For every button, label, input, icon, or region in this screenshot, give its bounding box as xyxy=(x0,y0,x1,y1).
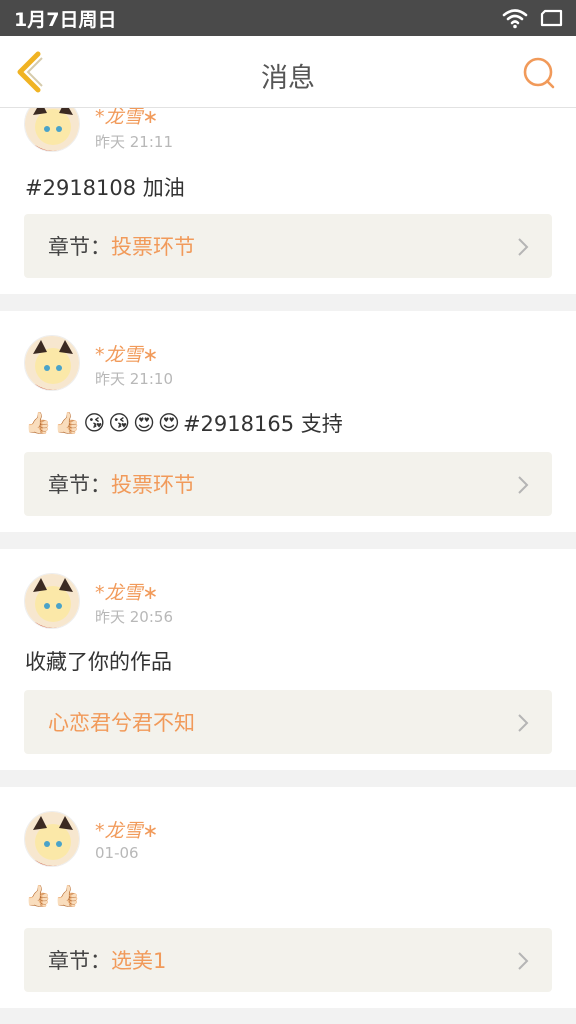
status-icons xyxy=(502,7,564,29)
chapter-value: 选美1 xyxy=(111,949,167,973)
chapter-link[interactable]: 章节： 投票环节 xyxy=(24,452,552,516)
username[interactable]: *龙雪∗ xyxy=(95,578,158,605)
message-text: #2918108 加油 xyxy=(25,172,185,202)
battery-icon xyxy=(540,9,563,27)
username[interactable]: *龙雪∗ xyxy=(95,108,158,129)
message-text: 收藏了你的作品 xyxy=(25,646,172,676)
avatar[interactable] xyxy=(24,811,80,867)
message-list[interactable]: *龙雪∗ 昨天 21:11 #2918108 加油 章节： 投票环节 *龙雪∗ … xyxy=(0,108,576,1024)
chapter-label: 章节： xyxy=(48,949,111,973)
timestamp: 昨天 21:11 xyxy=(95,133,173,151)
avatar[interactable] xyxy=(24,573,80,629)
message-card: *龙雪∗ 昨天 21:11 #2918108 加油 章节： 投票环节 xyxy=(0,108,576,294)
message-text: 👍🏻 👍🏻 😘 😘 😍 😍 #2918165 支持 xyxy=(25,408,343,438)
emoji-thumbs-up: 👍🏻 xyxy=(25,410,52,435)
chevron-right-icon xyxy=(518,952,529,970)
status-date: 1月7日周日 xyxy=(14,8,117,31)
search-icon[interactable] xyxy=(522,56,556,90)
emoji-kiss: 😘 xyxy=(83,411,106,435)
avatar[interactable] xyxy=(24,335,80,391)
chapter-label: 章节： xyxy=(48,473,111,497)
nav-bar: 消息 xyxy=(0,36,576,108)
message-body: 收藏了你的作品 xyxy=(25,650,172,674)
chapter-link[interactable]: 章节： 投票环节 xyxy=(24,214,552,278)
emoji-thumbs-up: 👍🏻 xyxy=(25,884,52,908)
emoji-thumbs-up: 👍🏻 xyxy=(54,410,81,435)
message-body: #2918165 支持 xyxy=(182,412,343,436)
timestamp: 01-06 xyxy=(95,844,139,862)
chevron-right-icon xyxy=(518,714,529,732)
wifi-icon xyxy=(502,9,528,29)
message-card: *龙雪∗ 昨天 21:10 👍🏻 👍🏻 😘 😘 😍 😍 #2918165 支持 … xyxy=(0,311,576,532)
chevron-right-icon xyxy=(518,476,529,494)
avatar[interactable] xyxy=(24,108,80,152)
chapter-value: 投票环节 xyxy=(111,235,195,259)
message-card: *龙雪∗ 昨天 20:56 收藏了你的作品 心恋君兮君不知 xyxy=(0,549,576,770)
work-link[interactable]: 心恋君兮君不知 xyxy=(24,690,552,754)
emoji-thumbs-up: 👍🏻 xyxy=(54,884,81,908)
work-title: 心恋君兮君不知 xyxy=(48,711,195,735)
chapter-link[interactable]: 章节： 选美1 xyxy=(24,928,552,992)
page-title: 消息 xyxy=(261,63,315,94)
status-bar: 1月7日周日 xyxy=(0,0,576,36)
timestamp: 昨天 20:56 xyxy=(95,608,173,626)
emoji-heart-eyes: 😍 xyxy=(158,411,180,435)
message-card: *龙雪∗ 01-06 👍🏻 👍🏻 章节： 选美1 xyxy=(0,787,576,1008)
chapter-label: 章节： xyxy=(48,235,111,259)
message-text: 👍🏻 👍🏻 xyxy=(25,884,83,909)
username[interactable]: *龙雪∗ xyxy=(95,340,158,367)
username[interactable]: *龙雪∗ xyxy=(95,816,158,843)
timestamp: 昨天 21:10 xyxy=(95,370,173,388)
chapter-value: 投票环节 xyxy=(111,473,195,497)
chevron-right-icon xyxy=(518,238,529,256)
emoji-heart-eyes: 😍 xyxy=(133,411,156,435)
message-body: #2918108 加油 xyxy=(25,176,185,200)
emoji-kiss: 😘 xyxy=(108,411,131,435)
